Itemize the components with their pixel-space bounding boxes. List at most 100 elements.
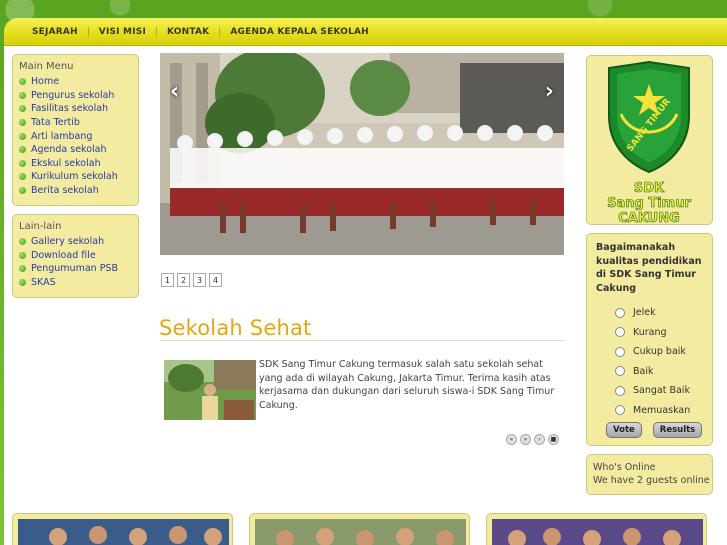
menu-item-agenda[interactable]: Agenda sekolah xyxy=(19,143,138,157)
gallery-box-2 xyxy=(249,513,470,545)
pager-1[interactable]: 1 xyxy=(161,273,174,287)
menu-item-download[interactable]: Download file xyxy=(19,249,138,263)
poll-option[interactable]: Sangat Baik xyxy=(615,381,712,401)
poll-option-label: Baik xyxy=(633,365,654,377)
logo-line-2: Sang Timur xyxy=(607,196,691,211)
results-button[interactable]: Results xyxy=(652,422,703,438)
radio-button[interactable] xyxy=(615,366,625,377)
menu-item-kurikulum[interactable]: Kurikulum sekolah xyxy=(19,170,138,184)
article-thumbnail xyxy=(164,360,256,420)
article-title[interactable]: Sekolah Sehat xyxy=(159,316,311,340)
bullet-icon xyxy=(19,173,26,181)
menu-link[interactable]: Gallery sekolah xyxy=(31,236,104,247)
menu-link[interactable]: Pengurus sekolah xyxy=(31,90,114,101)
menu-item-tata-tertib[interactable]: Tata Tertib xyxy=(19,116,138,130)
teacher-photo xyxy=(164,360,256,420)
pager-2[interactable]: 2 xyxy=(177,273,190,287)
poll-option-label: Cukup baik xyxy=(633,346,686,358)
page-frame: SEJARAH VISI MISI KONTAK AGENDA KEPALA S… xyxy=(4,18,727,545)
poll-option[interactable]: Jelek xyxy=(615,303,712,323)
radio-button[interactable] xyxy=(615,307,625,318)
menu-link[interactable]: Home xyxy=(31,76,59,87)
radio-button[interactable] xyxy=(615,385,625,396)
poll-question: Bagaimanakah kualitas pendidikan di SDK … xyxy=(596,242,702,294)
nav-agenda-kepala-sekolah[interactable]: AGENDA KEPALA SEKOLAH xyxy=(220,27,379,37)
article-body: SDK Sang Timur Cakung termasuk salah sat… xyxy=(259,359,555,411)
menu-item-skas[interactable]: SKAS xyxy=(19,276,138,290)
gallery-photo-1[interactable] xyxy=(18,519,229,545)
main-menu-box: Main Menu Home Pengurus sekolah Fasilita… xyxy=(12,54,139,206)
menu-item-psb[interactable]: Pengumuman PSB xyxy=(19,262,138,276)
gallery-box-1 xyxy=(12,513,233,545)
nav-sejarah[interactable]: SEJARAH xyxy=(22,27,88,37)
menu-link[interactable]: Arti lambang xyxy=(31,131,92,142)
menu-item-home[interactable]: Home xyxy=(19,75,138,89)
main-menu-list: Home Pengurus sekolah Fasilitas sekolah … xyxy=(13,72,138,197)
vote-button[interactable]: Vote xyxy=(606,422,642,438)
nav-visi-misi[interactable]: VISI MISI xyxy=(89,27,156,37)
lain-lain-title: Lain-lain xyxy=(19,221,62,232)
bullet-icon xyxy=(19,279,26,287)
lain-lain-box: Lain-lain Gallery sekolah Download file … xyxy=(12,214,139,298)
bullet-icon xyxy=(19,146,26,154)
bullet-icon xyxy=(19,132,26,140)
menu-link[interactable]: Pengumuman PSB xyxy=(31,263,118,274)
bullet-icon xyxy=(19,187,26,195)
logo-line-1: SDK xyxy=(634,181,665,196)
bullet-icon xyxy=(19,91,26,99)
stop-icon[interactable]: ■ xyxy=(548,434,559,445)
menu-item-arti-lambang[interactable]: Arti lambang xyxy=(19,129,138,143)
bullet-icon xyxy=(19,105,26,113)
logo-box: SANG TIMUR SDK Sang Timur CAKUNG xyxy=(586,55,713,226)
radio-button[interactable] xyxy=(615,346,625,357)
menu-item-gallery[interactable]: Gallery sekolah xyxy=(19,235,138,249)
pager-4[interactable]: 4 xyxy=(209,273,222,287)
radio-button[interactable] xyxy=(615,327,625,338)
main-menu-title: Main Menu xyxy=(19,61,74,72)
menu-link[interactable]: Download file xyxy=(31,250,96,261)
pager-3[interactable]: 3 xyxy=(193,273,206,287)
play-icon[interactable]: › xyxy=(534,434,545,445)
menu-item-fasilitas[interactable]: Fasilitas sekolah xyxy=(19,102,138,116)
poll-option[interactable]: Kurang xyxy=(615,323,712,343)
slide-next-icon[interactable]: › xyxy=(545,79,554,104)
gallery-photo-2[interactable] xyxy=(255,519,466,545)
gallery-photo-3[interactable] xyxy=(492,519,703,545)
logo-line-3: CAKUNG xyxy=(618,211,680,224)
poll-box: Bagaimanakah kualitas pendidikan di SDK … xyxy=(586,233,713,446)
last-icon[interactable]: » xyxy=(520,434,531,445)
top-navigation: SEJARAH VISI MISI KONTAK AGENDA KEPALA S… xyxy=(4,18,727,46)
gallery-box-3 xyxy=(486,513,707,545)
article-nav: « » › ■ xyxy=(506,434,559,445)
menu-item-pengurus[interactable]: Pengurus sekolah xyxy=(19,89,138,103)
poll-option[interactable]: Cukup baik xyxy=(615,342,712,362)
poll-option-label: Jelek xyxy=(633,307,656,319)
slide-prev-icon[interactable]: ‹ xyxy=(170,79,179,104)
students-photo xyxy=(160,53,564,255)
menu-link[interactable]: Agenda sekolah xyxy=(31,144,107,155)
divider xyxy=(160,340,564,341)
bullet-icon xyxy=(19,78,26,86)
poll-option[interactable]: Baik xyxy=(615,362,712,382)
school-logo: SANG TIMUR SDK Sang Timur CAKUNG xyxy=(607,60,692,226)
bullet-icon xyxy=(19,265,26,273)
menu-link[interactable]: Fasilitas sekolah xyxy=(31,103,108,114)
menu-link[interactable]: SKAS xyxy=(31,277,56,288)
menu-link[interactable]: Kurikulum sekolah xyxy=(31,171,118,182)
slideshow-image: ‹ › xyxy=(160,53,564,255)
nav-kontak[interactable]: KONTAK xyxy=(157,27,219,37)
menu-link[interactable]: Tata Tertib xyxy=(31,117,80,128)
menu-item-berita[interactable]: Berita sekolah xyxy=(19,184,138,198)
radio-button[interactable] xyxy=(615,405,625,416)
menu-item-ekskul[interactable]: Ekskul sekolah xyxy=(19,157,138,171)
bullet-icon xyxy=(19,238,26,246)
menu-link[interactable]: Ekskul sekolah xyxy=(31,158,101,169)
poll-option-label: Memuaskan xyxy=(633,404,691,416)
first-icon[interactable]: « xyxy=(506,434,517,445)
slideshow-pager: 1 2 3 4 xyxy=(161,273,222,287)
bullet-icon xyxy=(19,251,26,259)
bullet-icon xyxy=(19,159,26,167)
menu-link[interactable]: Berita sekolah xyxy=(31,185,99,196)
poll-option[interactable]: Memuaskan xyxy=(615,401,712,421)
poll-buttons: Vote Results xyxy=(606,422,703,438)
